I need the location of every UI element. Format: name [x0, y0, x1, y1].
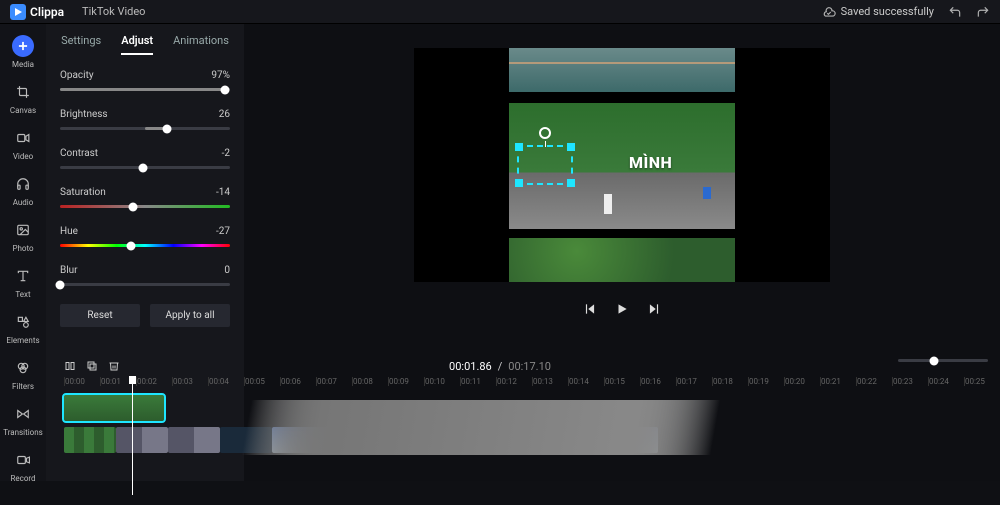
cloud-check-icon [822, 5, 836, 19]
image-icon [12, 219, 34, 241]
resize-handle-tl[interactable] [515, 143, 523, 151]
rail-elements[interactable]: Elements [3, 306, 43, 350]
ruler-tick: 00:05 [244, 377, 280, 386]
timeline-zoom-slider[interactable] [898, 359, 988, 362]
rail-photo[interactable]: Photo [3, 214, 43, 258]
current-time: 00:01.86 [449, 360, 492, 373]
rail-canvas[interactable]: Canvas [3, 76, 43, 120]
tab-adjust[interactable]: Adjust [121, 34, 153, 55]
app-logo-icon [10, 4, 26, 20]
timeline-track[interactable] [64, 427, 992, 455]
save-status-label: Saved successfully [841, 5, 934, 18]
rail-media[interactable]: Media [3, 30, 43, 74]
text-icon [12, 265, 34, 287]
duplicate-icon[interactable] [86, 360, 98, 372]
ruler-tick: 00:18 [712, 377, 748, 386]
redo-icon[interactable] [976, 5, 990, 19]
resize-handle-br[interactable] [567, 179, 575, 187]
headphones-icon [12, 173, 34, 195]
timeline-ruler[interactable]: 00:0000:0100:0200:0300:0400:0500:0600:07… [64, 377, 992, 395]
preview-slice-bottom [509, 238, 735, 282]
time-sep: / [498, 360, 503, 373]
ruler-tick: 00:21 [820, 377, 856, 386]
ruler-tick: 00:25 [964, 377, 992, 386]
crop-icon [12, 81, 34, 103]
project-title[interactable]: TikTok Video [82, 5, 145, 18]
panel-tabs: Settings Adjust Animations [60, 34, 230, 56]
ruler-tick: 00:11 [460, 377, 496, 386]
ruler-tick: 00:04 [208, 377, 244, 386]
ruler-tick: 00:24 [928, 377, 964, 386]
ruler-tick: 00:13 [532, 377, 568, 386]
ruler-tick: 00:09 [388, 377, 424, 386]
shapes-icon [12, 311, 34, 333]
transport-controls [583, 302, 661, 316]
slider-blur[interactable]: Blur0 [60, 265, 230, 286]
trash-icon[interactable] [108, 360, 120, 372]
ruler-tick: 00:07 [316, 377, 352, 386]
ruler-tick: 00:12 [496, 377, 532, 386]
selection-box[interactable] [517, 145, 573, 185]
resize-handle-tr[interactable] [567, 143, 575, 151]
ruler-tick: 00:19 [748, 377, 784, 386]
save-status: Saved successfully [822, 5, 934, 19]
rail-text[interactable]: Text [3, 260, 43, 304]
plus-icon [12, 35, 34, 57]
topbar: Clippa TikTok Video Saved successfully [0, 0, 1000, 24]
ruler-tick: 00:00 [64, 377, 100, 386]
ruler-tick: 00:22 [856, 377, 892, 386]
slider-hue[interactable]: Hue-27 [60, 226, 230, 247]
timeline-tracks[interactable] [64, 395, 992, 455]
timeline-area: 00:01.86 / 00:17.10 00:0000:0100:0200:03… [0, 355, 1000, 505]
ruler-tick: 00:17 [676, 377, 712, 386]
rail-audio[interactable]: Audio [3, 168, 43, 212]
total-time: 00:17.10 [508, 360, 551, 373]
ruler-tick: 00:15 [604, 377, 640, 386]
ruler-tick: 00:03 [172, 377, 208, 386]
slider-saturation[interactable]: Saturation-14 [60, 187, 230, 208]
ruler-tick: 00:08 [352, 377, 388, 386]
apply-all-button[interactable]: Apply to all [150, 304, 230, 327]
resize-handle-bl[interactable] [515, 179, 523, 187]
prev-frame-icon[interactable] [583, 302, 597, 316]
overlay-text[interactable]: MÌNH [629, 153, 672, 172]
split-icon[interactable] [64, 360, 76, 372]
ruler-tick: 00:02 [136, 377, 172, 386]
tab-settings[interactable]: Settings [61, 34, 101, 55]
rotate-handle-icon[interactable] [539, 127, 551, 139]
play-icon[interactable] [615, 302, 629, 316]
ruler-tick: 00:20 [784, 377, 820, 386]
preview-slice-top [509, 48, 735, 92]
next-frame-icon[interactable] [647, 302, 661, 316]
timeline-toolbar: 00:01.86 / 00:17.10 [0, 355, 1000, 377]
app-logo[interactable]: Clippa [10, 4, 64, 20]
slider-contrast[interactable]: Contrast-2 [60, 148, 230, 169]
ruler-tick: 00:23 [892, 377, 928, 386]
preview-slice-main: MÌNH [509, 103, 735, 229]
video-icon [12, 127, 34, 149]
rail-video[interactable]: Video [3, 122, 43, 166]
reset-button[interactable]: Reset [60, 304, 140, 327]
slider-brightness[interactable]: Brightness26 [60, 109, 230, 130]
tab-animations[interactable]: Animations [173, 34, 229, 55]
preview-canvas[interactable]: MÌNH [414, 48, 830, 282]
undo-icon[interactable] [948, 5, 962, 19]
timeline-clip[interactable] [376, 427, 428, 453]
ruler-tick: 00:14 [568, 377, 604, 386]
ruler-tick: 00:06 [280, 377, 316, 386]
app-name: Clippa [30, 5, 64, 19]
ruler-tick: 00:16 [640, 377, 676, 386]
ruler-tick: 00:10 [424, 377, 460, 386]
slider-opacity[interactable]: Opacity97% [60, 70, 230, 91]
